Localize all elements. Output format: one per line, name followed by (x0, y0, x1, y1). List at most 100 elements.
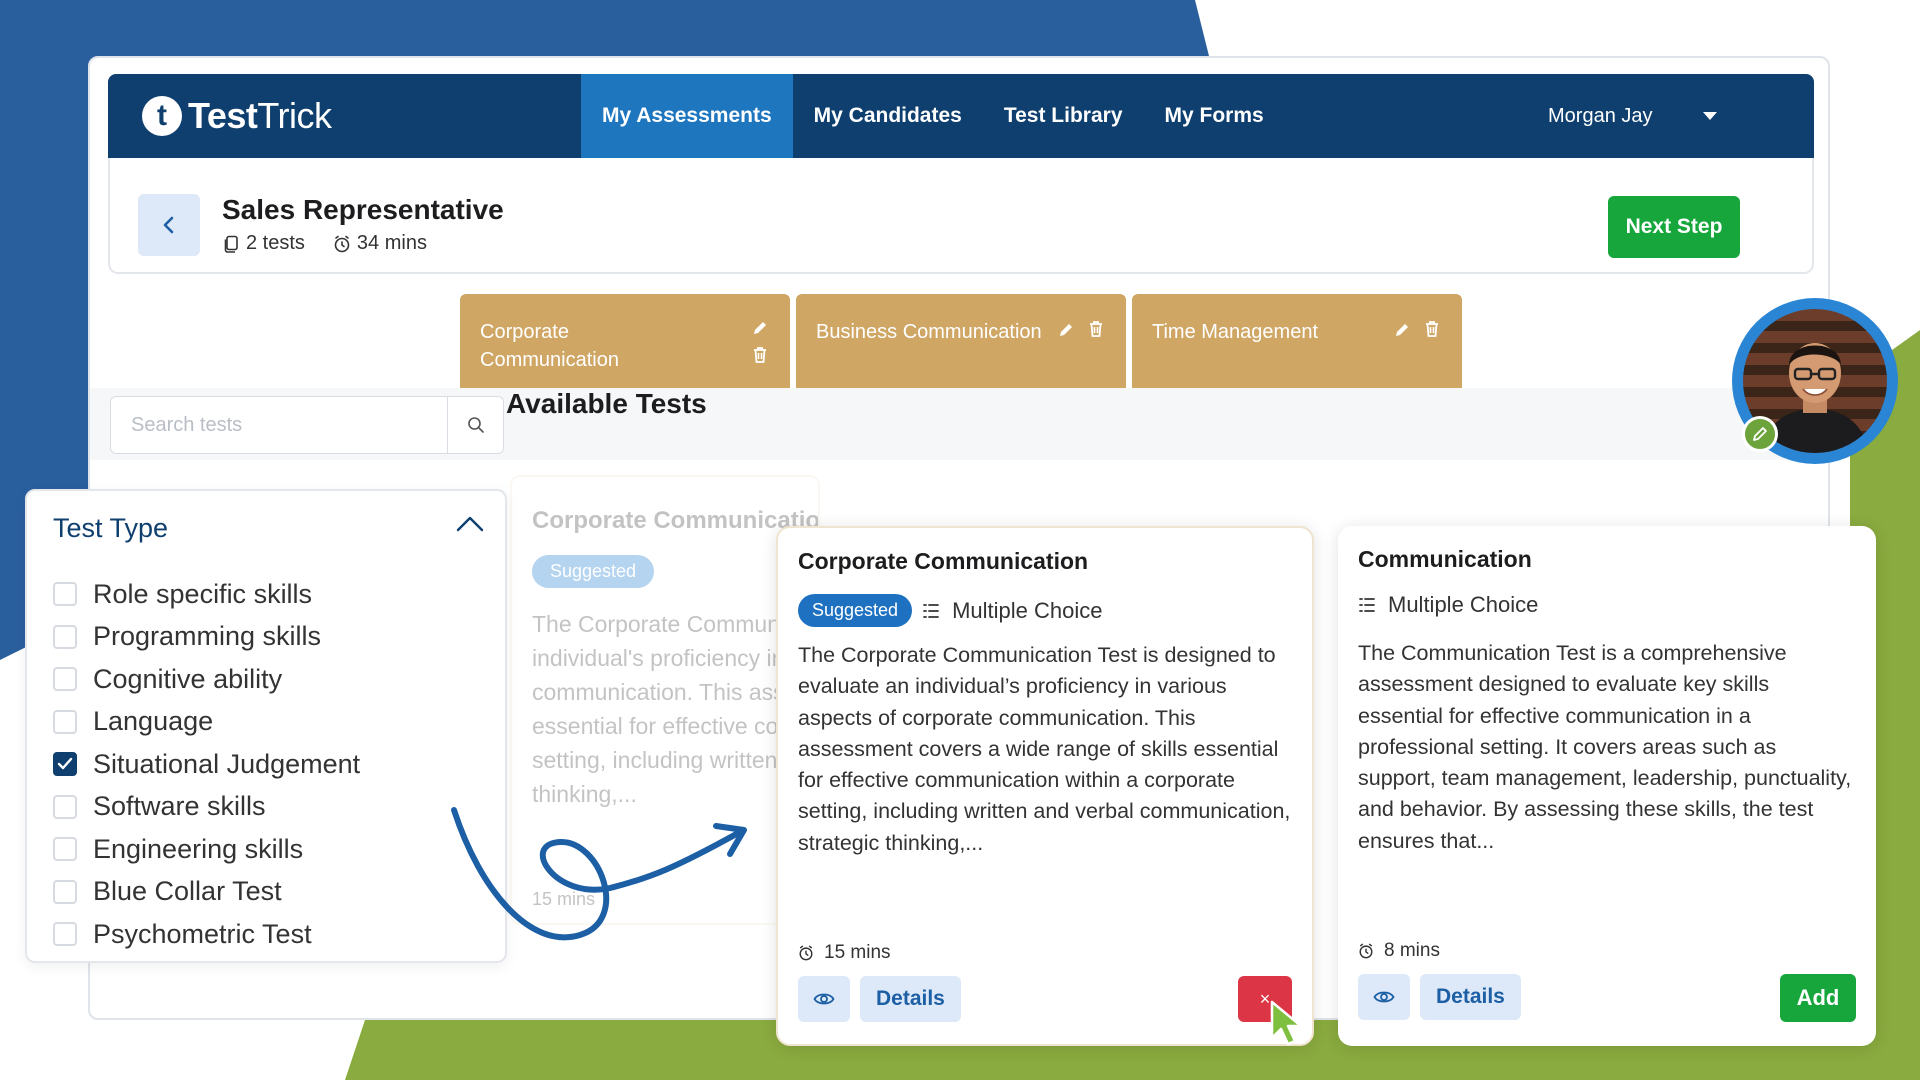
assessment-meta: 2 tests 34 mins (224, 232, 455, 255)
filter-option[interactable]: Blue Collar Test (53, 871, 360, 914)
checkbox[interactable] (53, 837, 77, 862)
card-actions: Details (798, 976, 961, 1022)
card-description: The Corporate Communication Test is desi… (798, 643, 1291, 855)
selected-test-name: Time Management (1152, 321, 1318, 343)
preview-button[interactable] (798, 976, 850, 1022)
checkbox[interactable] (53, 667, 77, 692)
filter-label: Language (93, 706, 214, 737)
card-title: Communication (1358, 546, 1532, 572)
checkbox[interactable] (53, 879, 77, 904)
avatar[interactable] (1732, 298, 1898, 464)
list-icon (923, 603, 939, 618)
pencil-icon (1753, 427, 1767, 441)
user-name: Morgan Jay (1548, 104, 1653, 127)
card-tags: Suggested Multiple Choice (798, 594, 1102, 627)
back-button[interactable] (138, 194, 200, 256)
filter-label: Engineering skills (93, 833, 304, 864)
top-navbar: t TestTrick My Assessments My Candidates… (108, 74, 1814, 158)
edit-icon[interactable] (1394, 322, 1410, 338)
search-input[interactable] (111, 397, 447, 453)
filter-title: Test Type (53, 513, 169, 543)
checkbox[interactable] (53, 922, 77, 947)
cursor-pointer-icon (1270, 1000, 1303, 1046)
test-card-corporate-communication: Corporate Communication Suggested Multip… (776, 526, 1314, 1046)
filter-label: Cognitive ability (93, 663, 283, 694)
search-button[interactable] (447, 397, 503, 453)
selected-test-name: Corporate Communication (480, 321, 619, 371)
curved-arrow-icon (451, 807, 747, 941)
chevron-left-icon (163, 216, 174, 234)
clock-icon (799, 945, 813, 961)
next-step-button[interactable]: Next Step (1608, 196, 1740, 258)
ghost-card-badge: Suggested (532, 555, 655, 588)
filter-option[interactable]: Situational Judgement (53, 743, 360, 786)
edit-icon[interactable] (752, 320, 768, 336)
details-button[interactable]: Details (1420, 974, 1521, 1020)
trash-icon[interactable] (752, 346, 768, 364)
checkbox[interactable] (53, 624, 77, 649)
question-type-label: Multiple Choice (1388, 592, 1539, 617)
search-box (110, 396, 504, 454)
filter-option[interactable]: Engineering skills (53, 828, 360, 871)
filter-option[interactable]: Software skills (53, 786, 360, 829)
eye-icon (1373, 991, 1395, 1003)
eye-icon (813, 993, 835, 1005)
clock-icon (1359, 943, 1373, 959)
clock-icon (334, 235, 350, 252)
available-tests-title: Available Tests (506, 388, 707, 419)
filter-option[interactable]: Programming skills (53, 616, 360, 659)
user-menu[interactable]: Morgan Jay (1548, 74, 1717, 158)
card-duration: 15 mins (798, 942, 891, 964)
question-type-label: Multiple Choice (952, 597, 1103, 623)
checkbox[interactable] (53, 709, 77, 734)
selected-test-card[interactable]: Corporate Communication (460, 294, 790, 394)
card-description: The Communication Test is a comprehensiv… (1358, 641, 1852, 853)
tab-test-library[interactable]: Test Library (983, 74, 1144, 158)
tab-my-assessments[interactable]: My Assessments (581, 74, 793, 158)
card-actions: Details (1358, 974, 1521, 1020)
total-duration: 34 mins (356, 232, 427, 254)
trash-icon[interactable] (1088, 320, 1104, 338)
assessment-header: Sales Representative 2 tests 34 mins Nex… (108, 158, 1814, 274)
question-type: Multiple Choice (1358, 592, 1538, 618)
filter-label: Situational Judgement (93, 748, 361, 779)
filter-label: Role specific skills (93, 578, 313, 609)
add-button[interactable]: Add (1780, 974, 1856, 1022)
checkbox[interactable] (53, 582, 77, 607)
card-tags: Multiple Choice (1358, 592, 1538, 618)
chevron-up-icon[interactable] (455, 515, 485, 533)
filter-option[interactable]: Cognitive ability (53, 658, 360, 701)
tab-my-candidates[interactable]: My Candidates (793, 74, 983, 158)
checkmark-icon (57, 758, 73, 770)
tests-count: 2 tests (246, 232, 305, 254)
logo-text-regular: Trick (257, 95, 332, 136)
tab-my-forms[interactable]: My Forms (1144, 74, 1285, 158)
checkbox[interactable] (53, 794, 77, 819)
list-icon (1359, 598, 1375, 612)
test-type-filter: Test Type Role specific skills Programmi… (25, 489, 507, 963)
nav-tabs: My Assessments My Candidates Test Librar… (581, 74, 1285, 158)
edit-icon[interactable] (1058, 322, 1074, 338)
page-title: Sales Representative (222, 194, 504, 225)
selected-test-card[interactable]: Time Management (1132, 294, 1462, 394)
suggested-badge: Suggested (798, 594, 913, 627)
logo[interactable]: t TestTrick (142, 94, 332, 138)
card-duration-value: 15 mins (824, 942, 891, 963)
selected-test-name: Business Communication (816, 321, 1042, 343)
card-title: Corporate Communication (798, 548, 1089, 574)
details-button[interactable]: Details (860, 976, 961, 1022)
search-band (90, 388, 1828, 460)
checkbox-checked[interactable] (53, 752, 77, 777)
filter-label: Programming skills (93, 621, 322, 652)
selected-test-card[interactable]: Business Communication (796, 294, 1126, 394)
logo-text: TestTrick (188, 95, 332, 137)
trash-icon[interactable] (1424, 320, 1440, 338)
preview-button[interactable] (1358, 974, 1410, 1020)
filter-option[interactable]: Psychometric Test (53, 913, 360, 956)
card-duration: 8 mins (1358, 940, 1440, 962)
edit-avatar-button[interactable] (1742, 416, 1778, 452)
filter-label: Software skills (93, 791, 266, 822)
filter-option[interactable]: Language (53, 701, 360, 744)
filter-option[interactable]: Role specific skills (53, 573, 360, 616)
caret-down-icon (1702, 112, 1717, 120)
